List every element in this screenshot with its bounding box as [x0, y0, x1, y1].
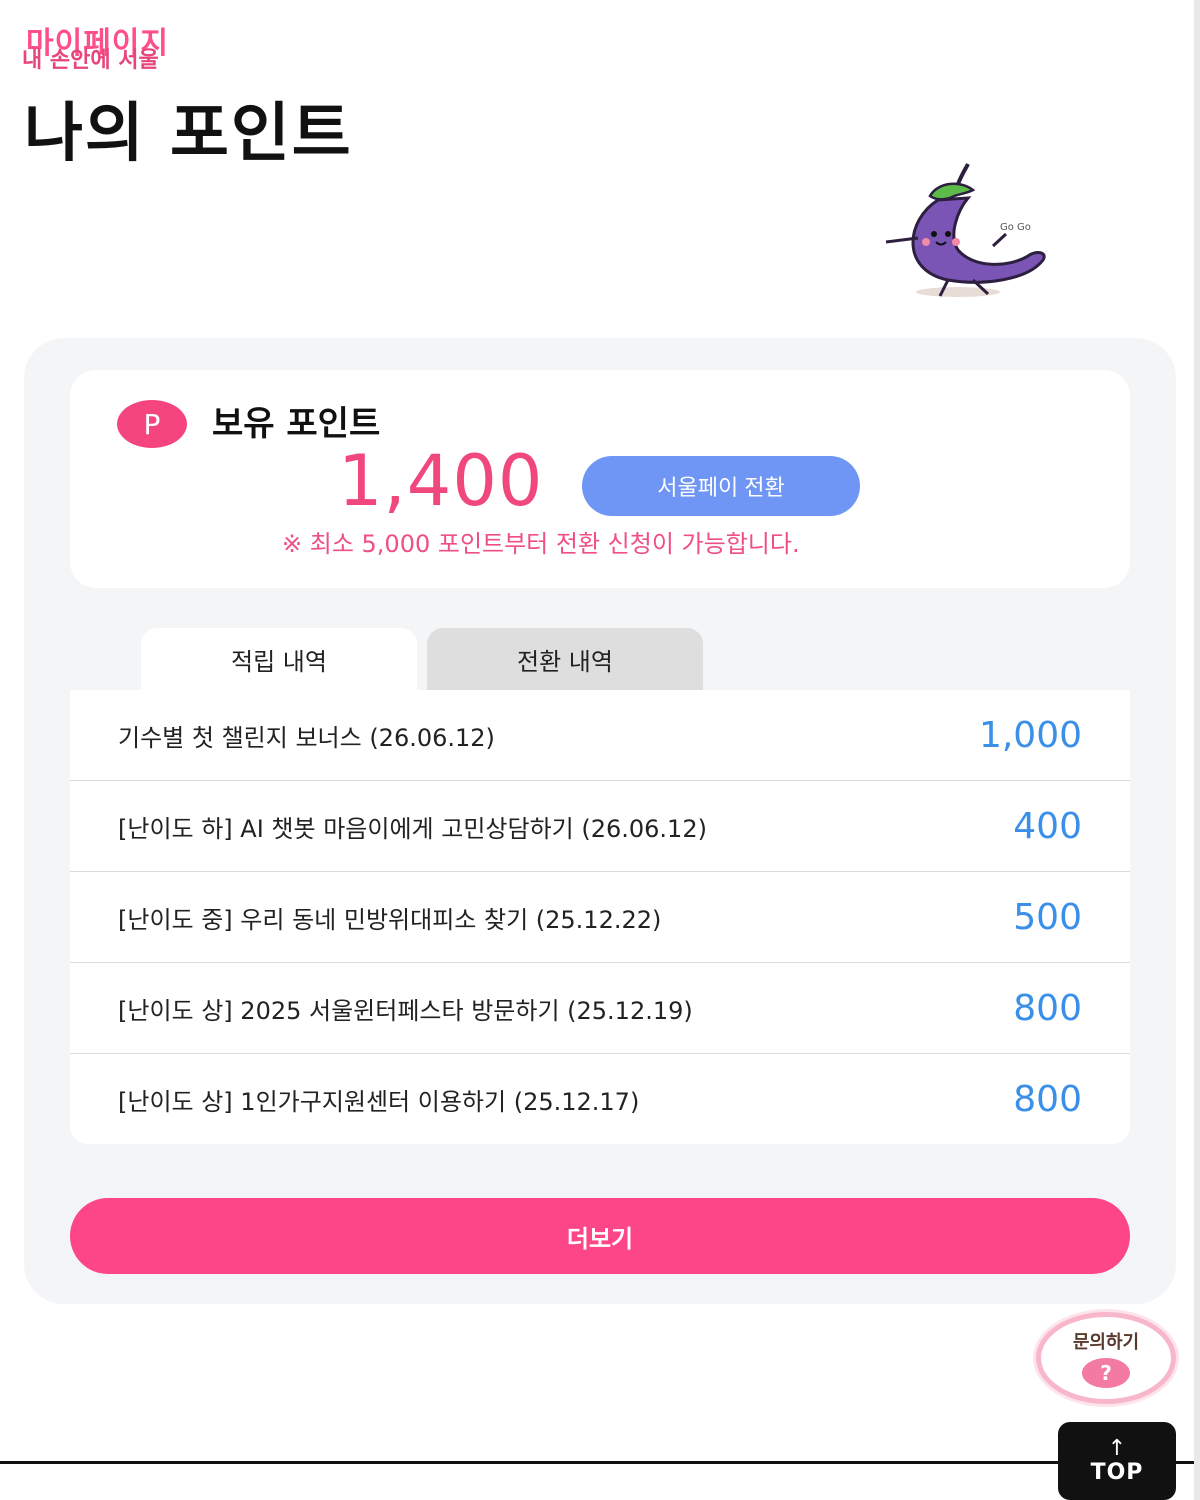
more-button[interactable]: 더보기: [70, 1198, 1130, 1274]
history-list: 기수별 첫 챌린지 보너스 (26.06.12) 1,000 [난이도 하] A…: [70, 690, 1130, 1144]
eggplant-mascot-icon: Go Go: [885, 163, 1046, 297]
tab-earn-history[interactable]: 적립 내역: [141, 628, 417, 690]
seoulpay-convert-button[interactable]: 서울페이 전환: [582, 456, 860, 516]
history-item-points: 400: [1013, 805, 1082, 847]
scroll-top-button[interactable]: ↑ TOP: [1058, 1422, 1176, 1500]
list-item: 기수별 첫 챌린지 보너스 (26.06.12) 1,000: [70, 690, 1130, 781]
points-notice: ※ 최소 5,000 포인트부터 전환 신청이 가능합니다.: [282, 530, 800, 558]
list-item: [난이도 중] 우리 동네 민방위대피소 찾기 (25.12.22) 500: [70, 872, 1130, 963]
history-item-title: [난이도 중] 우리 동네 민방위대피소 찾기 (25.12.22): [118, 905, 662, 934]
list-item: [난이도 하] AI 챗봇 마음이에게 고민상담하기 (26.06.12) 40…: [70, 781, 1130, 872]
inquiry-button[interactable]: 문의하기 ?: [1036, 1312, 1176, 1404]
points-label: 보유 포인트: [212, 404, 381, 444]
site-logo[interactable]: 마이페이지 내 손안에 서울: [22, 14, 232, 73]
history-item-title: [난이도 상] 2025 서울윈터페스타 방문하기 (25.12.19): [118, 996, 693, 1025]
page-title: 나의 포인트: [24, 97, 353, 171]
tab-convert-history[interactable]: 전환 내역: [427, 628, 703, 690]
history-item-title: [난이도 상] 1인가구지원센터 이용하기 (25.12.17): [118, 1088, 640, 1116]
top-label: TOP: [1090, 1459, 1144, 1485]
history-item-points: 800: [1013, 1079, 1082, 1120]
logo-text-front: 내 손안에 서울: [22, 48, 159, 73]
question-icon: ?: [1082, 1358, 1130, 1388]
history-item-title: [난이도 하] AI 챗봇 마음이에게 고민상담하기 (26.06.12): [118, 814, 707, 843]
history-item-points: 1,000: [978, 714, 1082, 756]
history-item-points: 800: [1013, 987, 1082, 1029]
inquiry-label: 문의하기: [1072, 1332, 1140, 1353]
history-item-title: 기수별 첫 챌린지 보너스 (26.06.12): [118, 723, 495, 752]
svg-text:Go Go: Go Go: [1000, 222, 1031, 233]
points-value: 1,400: [338, 440, 544, 522]
arrow-up-icon: ↑: [1107, 1435, 1127, 1461]
list-item: [난이도 상] 1인가구지원센터 이용하기 (25.12.17) 800: [70, 1054, 1130, 1144]
scrollbar-track[interactable]: [1194, 0, 1200, 1500]
history-item-points: 500: [1013, 896, 1082, 938]
footer-divider: [0, 1461, 1200, 1464]
list-item: [난이도 상] 2025 서울윈터페스타 방문하기 (25.12.19) 800: [70, 963, 1130, 1054]
points-badge-icon: P: [117, 400, 187, 448]
